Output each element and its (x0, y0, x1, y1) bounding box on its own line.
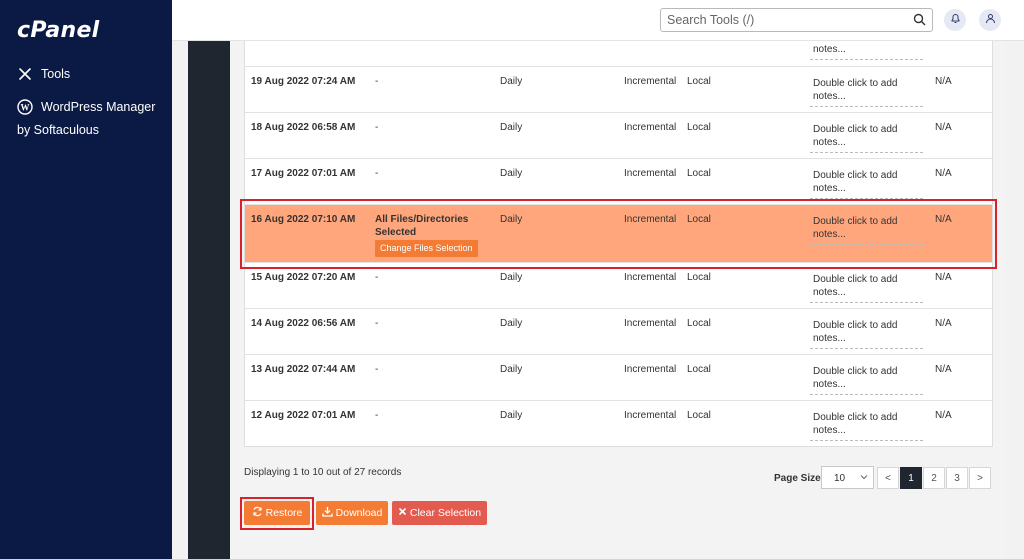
search-icon[interactable] (913, 13, 926, 31)
table-row[interactable]: 17 Aug 2022 07:01 AM - Daily Incremental… (245, 158, 992, 204)
files-cell: - (375, 272, 379, 283)
download-icon (321, 506, 336, 520)
notes-cell[interactable]: Double click to add notes... (810, 169, 923, 199)
page-prev-button[interactable]: < (877, 467, 899, 489)
table-row[interactable]: 13 Aug 2022 07:44 AM - Daily Incremental… (245, 354, 992, 400)
clear-selection-button[interactable]: Clear Selection (392, 501, 487, 525)
type-cell: Incremental (624, 410, 677, 421)
na-cell: N/A (935, 168, 952, 179)
backup-date: 14 Aug 2022 06:56 AM (251, 318, 356, 329)
table-row[interactable]: 12 Aug 2022 07:01 AM - Daily Incremental… (245, 400, 992, 446)
files-cell: - (375, 122, 379, 133)
sidebar-item-label: WordPress Manager by Softaculous (17, 100, 156, 137)
notes-cell[interactable]: notes... (810, 43, 923, 60)
notes-cell[interactable]: Double click to add notes... (810, 77, 923, 107)
search-box (660, 8, 933, 32)
location-cell: Local (687, 168, 711, 179)
page-2-button[interactable]: 2 (923, 467, 945, 489)
files-cell: - (375, 364, 379, 375)
table-row[interactable]: 14 Aug 2022 06:56 AM - Daily Incremental… (245, 308, 992, 354)
na-cell: N/A (935, 272, 952, 283)
backup-date: 13 Aug 2022 07:44 AM (251, 364, 356, 375)
notes-cell[interactable]: Double click to add notes... (810, 319, 923, 349)
na-cell: N/A (935, 76, 952, 87)
notes-cell[interactable]: Double click to add notes... (810, 123, 923, 153)
na-cell: N/A (935, 410, 952, 421)
backup-date: 12 Aug 2022 07:01 AM (251, 410, 356, 421)
page-size-value: 10 (834, 473, 846, 484)
tools-icon (17, 66, 33, 82)
notifications-button[interactable] (944, 9, 966, 31)
chevron-down-icon (860, 473, 868, 484)
type-cell: Incremental (624, 122, 677, 133)
page-3-button[interactable]: 3 (946, 467, 968, 489)
na-cell: N/A (935, 122, 952, 133)
table-row: notes... (245, 41, 992, 66)
records-count: Displaying 1 to 10 out of 27 records (244, 467, 402, 478)
frequency-cell: Daily (500, 76, 523, 87)
backup-date: 15 Aug 2022 07:20 AM (251, 272, 356, 283)
location-cell: Local (687, 76, 711, 87)
download-label: Download (335, 507, 383, 519)
backup-date: 17 Aug 2022 07:01 AM (251, 168, 356, 179)
cpanel-logo[interactable]: cPanel (17, 18, 100, 43)
type-cell: Incremental (624, 364, 677, 375)
files-cell: - (375, 318, 379, 329)
type-cell: Incremental (624, 168, 677, 179)
location-cell: Local (687, 272, 711, 283)
search-input[interactable] (661, 9, 901, 31)
location-cell: Local (687, 318, 711, 329)
sidebar-item-tools[interactable]: Tools (17, 63, 70, 86)
page-size-select[interactable]: 10 (821, 466, 874, 489)
download-button[interactable]: Download (316, 501, 388, 525)
files-cell: - (375, 410, 379, 421)
sidebar-item-wordpress-manager[interactable]: W WordPress Manager by Softaculous (17, 96, 167, 142)
backup-date: 18 Aug 2022 06:58 AM (251, 122, 356, 133)
frequency-cell: Daily (500, 318, 523, 329)
frequency-cell: Daily (500, 168, 523, 179)
selected-row-highlight (240, 199, 997, 269)
na-cell: N/A (935, 318, 952, 329)
restore-button-highlight (240, 497, 314, 530)
notes-cell[interactable]: Double click to add notes... (810, 411, 923, 441)
files-cell: - (375, 76, 379, 87)
page-size-label: Page Size (774, 473, 821, 484)
top-bar (172, 0, 1024, 41)
bell-icon (950, 11, 961, 29)
sidebar: cPanel Tools W WordPress Manager by Soft… (0, 0, 172, 559)
na-cell: N/A (935, 364, 952, 375)
table-row[interactable]: 19 Aug 2022 07:24 AM - Daily Incremental… (245, 66, 992, 112)
backup-date: 19 Aug 2022 07:24 AM (251, 76, 356, 87)
notes-cell[interactable]: Double click to add notes... (810, 365, 923, 395)
clear-selection-label: Clear Selection (409, 507, 482, 519)
files-cell: - (375, 168, 379, 179)
sidebar-item-label: Tools (41, 67, 71, 81)
dark-side-strip (188, 41, 230, 559)
type-cell: Incremental (624, 76, 677, 87)
close-icon (398, 507, 410, 519)
frequency-cell: Daily (500, 122, 523, 133)
notes-cell[interactable]: Double click to add notes... (810, 273, 923, 303)
type-cell: Incremental (624, 318, 677, 329)
type-cell: Incremental (624, 272, 677, 283)
page-1-button[interactable]: 1 (900, 467, 922, 489)
frequency-cell: Daily (500, 364, 523, 375)
table-row[interactable]: 18 Aug 2022 06:58 AM - Daily Incremental… (245, 112, 992, 158)
location-cell: Local (687, 122, 711, 133)
frequency-cell: Daily (500, 272, 523, 283)
location-cell: Local (687, 410, 711, 421)
user-menu-button[interactable] (979, 9, 1001, 31)
frequency-cell: Daily (500, 410, 523, 421)
page-next-button[interactable]: > (969, 467, 991, 489)
user-icon (985, 11, 996, 29)
location-cell: Local (687, 364, 711, 375)
